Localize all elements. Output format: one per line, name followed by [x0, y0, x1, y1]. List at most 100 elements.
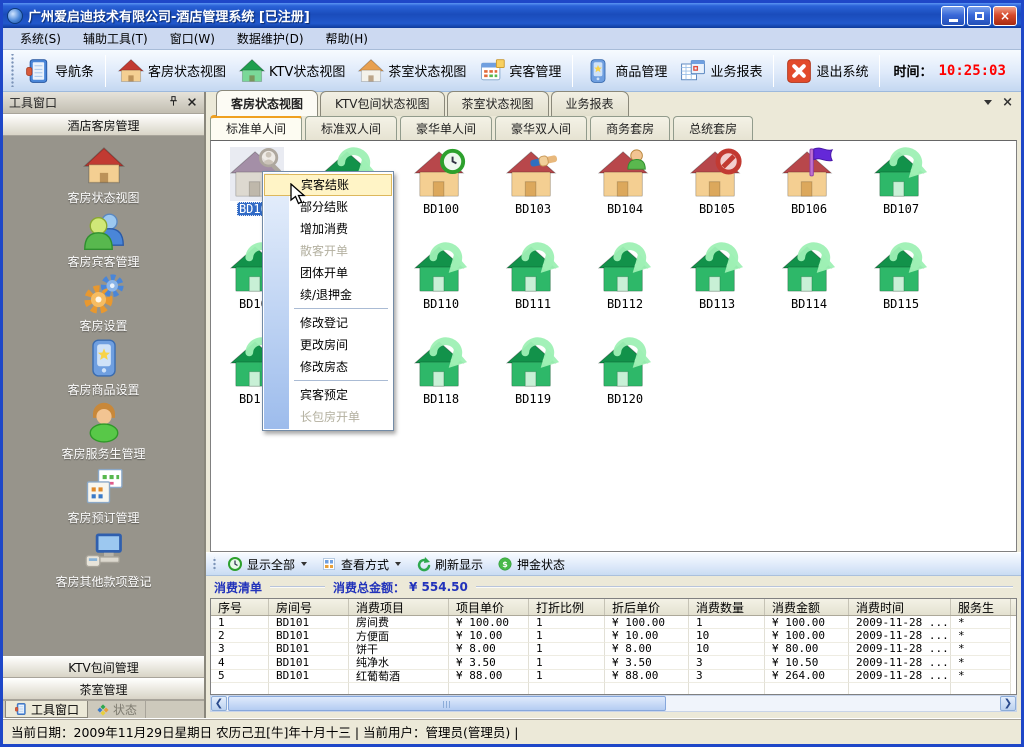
- menu-item-0[interactable]: 系统(S): [9, 28, 72, 49]
- close-button[interactable]: ×: [993, 6, 1017, 26]
- time-label: 时间：: [893, 61, 932, 80]
- column-header-5[interactable]: 折后单价: [605, 599, 689, 615]
- room-BD119[interactable]: BD119: [487, 337, 579, 432]
- table-row[interactable]: 4BD101纯净水¥ 3.501¥ 3.503¥ 10.502009-11-28…: [211, 656, 1016, 669]
- chevron-down-icon[interactable]: [301, 562, 307, 566]
- scrollbar-thumb[interactable]: [228, 696, 666, 711]
- toolbar-button-0[interactable]: 导航条: [18, 54, 100, 88]
- column-header-8[interactable]: 消费时间: [849, 599, 951, 615]
- context-menu-item-4[interactable]: 团体开单: [264, 262, 392, 284]
- column-header-2[interactable]: 消费项目: [349, 599, 449, 615]
- room-tab-0[interactable]: 标准单人间: [210, 115, 302, 140]
- table-row[interactable]: 2BD101方便面¥ 10.001¥ 10.0010¥ 100.002009-1…: [211, 629, 1016, 642]
- room-BD105[interactable]: BD105: [671, 147, 763, 242]
- calendar-icon: [82, 464, 126, 508]
- context-menu-item-2[interactable]: 增加消费: [264, 218, 392, 240]
- actionbar-gripper[interactable]: [212, 557, 217, 571]
- tab-2[interactable]: 茶室状态视图: [447, 91, 549, 116]
- consumption-total-label: 消费总金额：: [333, 579, 405, 596]
- room-BD110[interactable]: BD110: [395, 242, 487, 337]
- sidebar-group-tea[interactable]: 茶室管理: [3, 678, 204, 700]
- room-BD112[interactable]: BD112: [579, 242, 671, 337]
- action-button-3[interactable]: $押金状态: [490, 555, 572, 574]
- window-title: 广州爱启迪技术有限公司-酒店管理系统 [已注册]: [28, 6, 310, 25]
- toolbar-button-3[interactable]: 茶室状态视图: [351, 54, 472, 88]
- column-header-9[interactable]: 服务生: [951, 599, 1011, 615]
- room-tab-3[interactable]: 豪华双人间: [495, 116, 587, 140]
- tab-1[interactable]: KTV包间状态视图: [320, 91, 444, 116]
- maximize-button[interactable]: [967, 6, 991, 26]
- scroll-right-icon[interactable]: ❯: [1000, 696, 1016, 711]
- context-menu-item-1[interactable]: 部分结账: [264, 196, 392, 218]
- action-button-2[interactable]: 刷新显示: [408, 555, 490, 574]
- sidebar-item-0[interactable]: 客房状态视图: [14, 144, 194, 208]
- menu-item-1[interactable]: 辅助工具(T): [72, 28, 159, 49]
- column-header-3[interactable]: 项目单价: [449, 599, 529, 615]
- menu-item-4[interactable]: 帮助(H): [315, 28, 379, 49]
- toolbar-button-1[interactable]: 客房状态视图: [111, 54, 232, 88]
- room-BD118[interactable]: BD118: [395, 337, 487, 432]
- action-button-0[interactable]: 显示全部: [220, 555, 314, 574]
- context-menu-item-7[interactable]: 更改房间: [264, 334, 392, 356]
- table-row[interactable]: 5BD101红葡萄酒¥ 88.001¥ 88.003¥ 264.002009-1…: [211, 670, 1016, 683]
- toolbar-button-7[interactable]: 退出系统: [779, 54, 874, 88]
- toolbar-button-6[interactable]: 业务报表: [673, 54, 768, 88]
- room-BD120[interactable]: BD120: [579, 337, 671, 432]
- sidebar-item-2[interactable]: 客房设置: [14, 272, 194, 336]
- sidebar-item-1[interactable]: 客房宾客管理: [14, 208, 194, 272]
- sidebar-item-4[interactable]: 客房服务生管理: [14, 400, 194, 464]
- room-BD114[interactable]: BD114: [763, 242, 855, 337]
- toolbar-button-2[interactable]: KTV状态视图: [232, 54, 351, 88]
- toolbar-button-4[interactable]: 宾客管理: [472, 54, 567, 88]
- toolbar-button-5[interactable]: 商品管理: [578, 54, 673, 88]
- room-tab-4[interactable]: 商务套房: [590, 116, 670, 140]
- sidebar-item-6[interactable]: 客房其他款项登记: [14, 528, 194, 592]
- room-BD107[interactable]: BD107: [855, 147, 947, 242]
- sidebar-bottom-tab-1[interactable]: 状态: [88, 701, 146, 718]
- context-menu-item-0[interactable]: 宾客结账: [264, 174, 392, 196]
- menu-item-3[interactable]: 数据维护(D): [226, 28, 315, 49]
- table-row[interactable]: 1BD101房间费¥ 100.001¥ 100.001¥ 100.002009-…: [211, 616, 1016, 629]
- room-tab-1[interactable]: 标准双人间: [305, 116, 397, 140]
- sidebar-item-3[interactable]: 客房商品设置: [14, 336, 194, 400]
- context-menu-item-8[interactable]: 修改房态: [264, 356, 392, 378]
- room-BD106[interactable]: BD106: [763, 147, 855, 242]
- close-icon[interactable]: [186, 93, 198, 112]
- menu-item-2[interactable]: 窗口(W): [159, 28, 226, 49]
- sidebar-item-5[interactable]: 客房预订管理: [14, 464, 194, 528]
- context-menu-item-9[interactable]: 宾客预定: [264, 384, 392, 406]
- room-BD113[interactable]: BD113: [671, 242, 763, 337]
- room-tab-2[interactable]: 豪华单人间: [400, 116, 492, 140]
- context-menu-item-5[interactable]: 续/退押金: [264, 284, 392, 306]
- tab-3[interactable]: 业务报表: [551, 91, 629, 116]
- column-header-7[interactable]: 消费金额: [765, 599, 849, 615]
- room-BD100[interactable]: BD100: [395, 147, 487, 242]
- column-header-6[interactable]: 消费数量: [689, 599, 765, 615]
- room-BD115[interactable]: BD115: [855, 242, 947, 337]
- pin-icon[interactable]: [167, 93, 180, 112]
- scroll-left-icon[interactable]: ❮: [211, 696, 227, 711]
- consumption-total-value: ¥ 554.50: [409, 580, 468, 594]
- column-header-1[interactable]: 房间号: [269, 599, 349, 615]
- tab-0[interactable]: 客房状态视图: [216, 90, 318, 116]
- table-cell: ¥ 10.50: [765, 656, 849, 669]
- action-button-1[interactable]: 查看方式: [314, 555, 408, 574]
- context-menu-item-6[interactable]: 修改登记: [264, 312, 392, 334]
- column-header-4[interactable]: 打折比例: [529, 599, 605, 615]
- room-BD111[interactable]: BD111: [487, 242, 579, 337]
- clock-icon: [227, 556, 243, 572]
- sidebar-bottom-tab-0[interactable]: 工具窗口: [5, 701, 88, 718]
- column-header-0[interactable]: 序号: [211, 599, 269, 615]
- close-tab-icon[interactable]: ×: [1002, 96, 1013, 109]
- sidebar-group-ktv[interactable]: KTV包间管理: [3, 656, 204, 678]
- chevron-down-icon[interactable]: [395, 562, 401, 566]
- room-tab-5[interactable]: 总统套房: [673, 116, 753, 140]
- minimize-button[interactable]: [941, 6, 965, 26]
- chevron-down-icon[interactable]: [984, 100, 992, 105]
- sidebar-group-hotel-rooms[interactable]: 酒店客房管理: [3, 114, 204, 136]
- horizontal-scrollbar[interactable]: ❮ ❯: [210, 695, 1017, 712]
- room-BD104[interactable]: BD104: [579, 147, 671, 242]
- room-BD103[interactable]: BD103: [487, 147, 579, 242]
- toolbar-gripper[interactable]: [10, 54, 15, 87]
- table-row[interactable]: 3BD101饼干¥ 8.001¥ 8.0010¥ 80.002009-11-28…: [211, 643, 1016, 656]
